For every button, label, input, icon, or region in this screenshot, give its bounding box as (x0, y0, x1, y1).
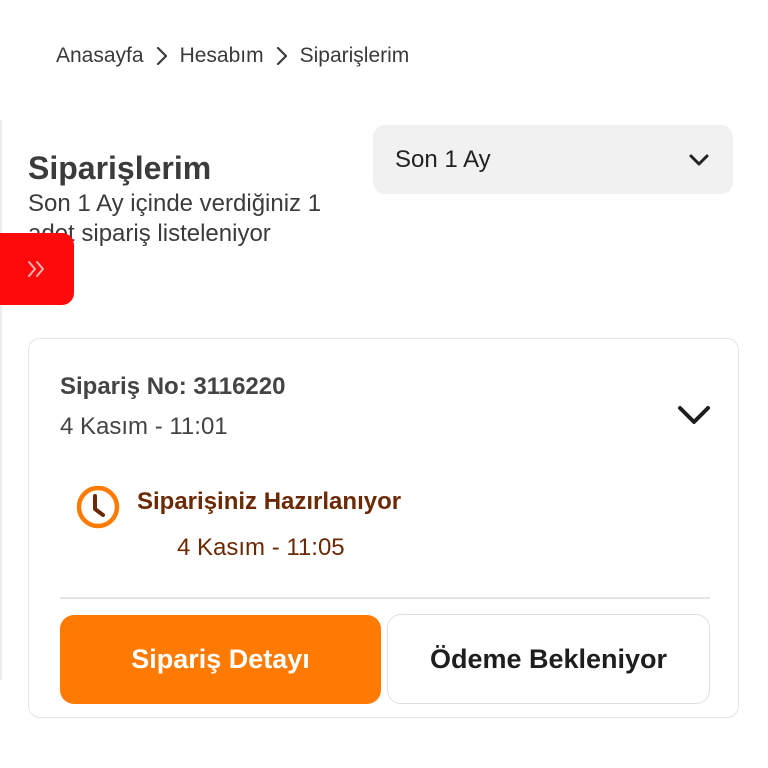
period-select[interactable]: Son 1 Ay (373, 125, 733, 194)
breadcrumb-item-account[interactable]: Hesabım (180, 44, 264, 68)
breadcrumb-item-home[interactable]: Anasayfa (56, 44, 144, 68)
card-divider (60, 597, 710, 599)
left-edge-divider (0, 120, 2, 680)
period-select-value: Son 1 Ay (395, 145, 491, 173)
expand-order-button[interactable] (676, 401, 712, 429)
order-detail-button[interactable]: Sipariş Detayı (60, 615, 381, 704)
chevron-down-icon (687, 148, 711, 172)
clock-icon (75, 484, 121, 530)
double-chevron-right-icon (25, 258, 49, 280)
page-title: Siparişlerim (28, 150, 212, 186)
breadcrumb-item-orders[interactable]: Siparişlerim (300, 44, 410, 68)
chevron-down-icon (676, 403, 712, 427)
chevron-right-icon (144, 40, 180, 72)
order-number: Sipariş No: 3116220 (60, 373, 286, 400)
side-panel-toggle[interactable] (0, 233, 74, 305)
chevron-right-icon (264, 40, 300, 72)
page-subtitle: Son 1 Ay içinde verdiğiniz 1 adet sipari… (28, 190, 322, 247)
orders-page: Anasayfa Hesabım Siparişlerim Siparişler… (0, 0, 768, 768)
order-status-date: 4 Kasım - 11:05 (177, 534, 345, 561)
order-card: Sipariş No: 3116220 4 Kasım - 11:01 Sipa… (28, 338, 739, 718)
breadcrumb: Anasayfa Hesabım Siparişlerim (56, 40, 409, 72)
order-status-label: Siparişiniz Hazırlanıyor (137, 488, 402, 515)
awaiting-payment-button[interactable]: Ödeme Bekleniyor (387, 614, 710, 704)
order-date: 4 Kasım - 11:01 (60, 413, 228, 440)
